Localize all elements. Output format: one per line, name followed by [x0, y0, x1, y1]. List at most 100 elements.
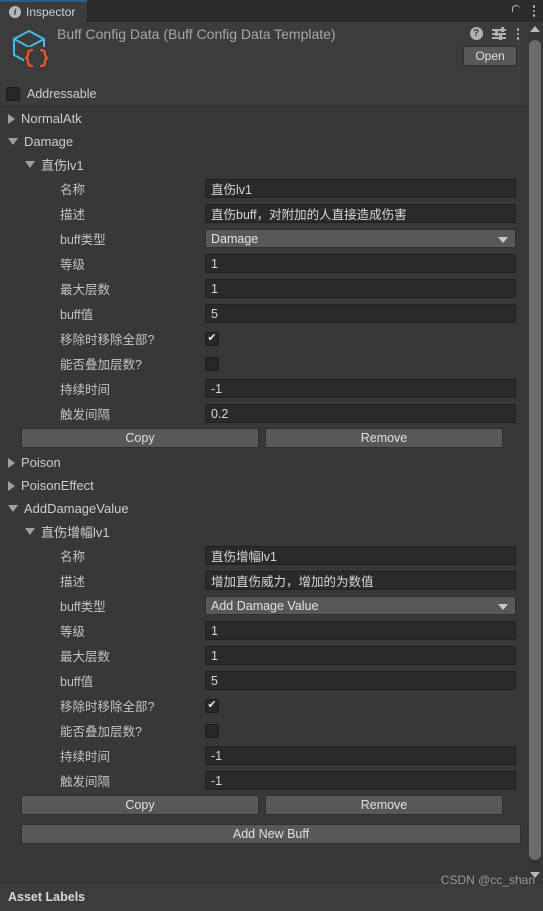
watermark: CSDN @cc_shan: [440, 873, 535, 887]
scrollbar-thumb[interactable]: [529, 40, 541, 860]
chevron-down-icon[interactable]: [8, 505, 18, 512]
property-row: 最大层数 1: [0, 276, 527, 301]
property-label: 移除时移除全部?: [60, 700, 155, 714]
open-button[interactable]: Open: [463, 46, 517, 66]
chevron-down-icon: [498, 603, 508, 610]
property-label: buff类型: [60, 233, 106, 247]
property-label: 能否叠加层数?: [60, 358, 142, 372]
property-label: 能否叠加层数?: [60, 725, 142, 739]
property-text-field[interactable]: 5: [205, 671, 516, 690]
property-text-field[interactable]: 1: [205, 279, 516, 298]
addressable-row: Addressable: [0, 82, 527, 107]
property-text-field[interactable]: 直伤buff，对附加的人直接造成伤害: [205, 204, 516, 223]
group-foldout-PoisonEffect[interactable]: PoisonEffect: [0, 474, 527, 497]
chevron-down-icon[interactable]: [25, 161, 35, 168]
property-list: NormalAtk Damage 直伤lv1 名称 直伤lv1 描述 直伤buff，对附加的…: [0, 107, 527, 882]
property-text-field[interactable]: -1: [205, 379, 516, 398]
vertical-scrollbar[interactable]: [527, 22, 543, 882]
kebab-menu-icon[interactable]: [515, 26, 522, 42]
tab-inspector[interactable]: i Inspector: [0, 0, 88, 22]
remove-button[interactable]: Remove: [265, 428, 503, 448]
preset-icon[interactable]: [491, 27, 506, 41]
property-text-field[interactable]: -1: [205, 771, 516, 790]
property-text-field[interactable]: 直伤增幅lv1: [205, 546, 516, 565]
chevron-right-icon[interactable]: [8, 113, 15, 124]
copy-button[interactable]: Copy: [21, 428, 259, 448]
buff-action-buttons: Copy Remove: [0, 793, 527, 818]
info-icon: i: [9, 6, 21, 18]
add-new-buff-button[interactable]: Add New Buff: [21, 824, 521, 844]
property-checkbox[interactable]: [205, 356, 219, 371]
property-dropdown[interactable]: Damage: [205, 229, 516, 248]
group-foldout-Damage[interactable]: Damage: [0, 130, 527, 153]
property-row: 最大层数 1: [0, 643, 527, 668]
buff-foldout-0[interactable]: 直伤增幅lv1: [0, 520, 527, 543]
property-label: 名称: [60, 550, 86, 564]
chevron-right-icon[interactable]: [8, 457, 15, 468]
buff-label: 直伤增幅lv1: [41, 525, 110, 540]
chevron-down-icon[interactable]: [8, 138, 18, 145]
group-label: Poison: [21, 455, 61, 470]
property-label: 持续时间: [60, 750, 111, 764]
property-row: 能否叠加层数?: [0, 351, 527, 376]
property-row: buff类型 Damage: [0, 226, 527, 251]
property-checkbox[interactable]: [205, 698, 219, 713]
asset-labels-title: Asset Labels: [8, 890, 86, 904]
lock-icon[interactable]: [509, 4, 521, 119]
group-foldout-AddDamageValue[interactable]: AddDamageValue: [0, 497, 527, 520]
property-label: 触发间隔: [60, 408, 111, 422]
window-controls: [509, 0, 538, 119]
tab-inspector-label: Inspector: [26, 5, 76, 19]
property-text-field[interactable]: 1: [205, 621, 516, 640]
addressable-checkbox[interactable]: [6, 87, 20, 101]
property-label: 等级: [60, 258, 86, 272]
property-label: 名称: [60, 183, 86, 197]
buff-action-buttons: Copy Remove: [0, 426, 527, 451]
property-label: 描述: [60, 575, 86, 589]
property-row: buff值 5: [0, 668, 527, 693]
chevron-down-icon: [498, 236, 508, 243]
property-label: 等级: [60, 625, 86, 639]
chevron-right-icon[interactable]: [8, 480, 15, 491]
inspector-window: i Inspector Buff Config Data (Buff Confi…: [0, 0, 543, 911]
property-text-field[interactable]: 1: [205, 646, 516, 665]
property-row: 描述 直伤buff，对附加的人直接造成伤害: [0, 201, 527, 226]
scriptable-object-icon: [13, 29, 50, 70]
scroll-up-arrow-icon[interactable]: [530, 26, 540, 32]
property-dropdown[interactable]: Add Damage Value: [205, 596, 516, 615]
buff-label: 直伤lv1: [41, 158, 84, 173]
property-label: 最大层数: [60, 283, 111, 297]
property-text-field[interactable]: 直伤lv1: [205, 179, 516, 198]
bottom-bar: Asset Labels CSDN @cc_shan: [0, 873, 543, 911]
property-text-field[interactable]: -1: [205, 746, 516, 765]
kebab-menu-icon[interactable]: [531, 3, 538, 19]
group-foldout-NormalAtk[interactable]: NormalAtk: [0, 107, 527, 130]
property-row: 能否叠加层数?: [0, 718, 527, 743]
asset-header-icons: ?: [469, 26, 522, 42]
property-text-field[interactable]: 5: [205, 304, 516, 323]
property-row: 持续时间 -1: [0, 743, 527, 768]
property-row: buff类型 Add Damage Value: [0, 593, 527, 618]
help-icon[interactable]: ?: [469, 27, 483, 41]
property-row: 描述 增加直伤威力，增加的为数值: [0, 568, 527, 593]
property-label: 持续时间: [60, 383, 111, 397]
property-checkbox[interactable]: [205, 331, 219, 346]
property-text-field[interactable]: 增加直伤威力，增加的为数值: [205, 571, 516, 590]
property-row: 名称 直伤lv1: [0, 176, 527, 201]
buff-foldout-0[interactable]: 直伤lv1: [0, 153, 527, 176]
group-foldout-Poison[interactable]: Poison: [0, 451, 527, 474]
property-text-field[interactable]: 1: [205, 254, 516, 273]
add-new-buff-row: Add New Buff: [0, 818, 527, 844]
addressable-label: Addressable: [27, 87, 97, 101]
property-row: 持续时间 -1: [0, 376, 527, 401]
remove-button[interactable]: Remove: [265, 795, 503, 815]
dropdown-value: Add Damage Value: [211, 598, 319, 613]
property-row: 移除时移除全部?: [0, 326, 527, 351]
property-checkbox[interactable]: [205, 723, 219, 738]
property-label: 触发间隔: [60, 775, 111, 789]
property-label: 最大层数: [60, 650, 111, 664]
property-text-field[interactable]: 0.2: [205, 404, 516, 423]
copy-button[interactable]: Copy: [21, 795, 259, 815]
chevron-down-icon[interactable]: [25, 528, 35, 535]
property-row: 名称 直伤增幅lv1: [0, 543, 527, 568]
